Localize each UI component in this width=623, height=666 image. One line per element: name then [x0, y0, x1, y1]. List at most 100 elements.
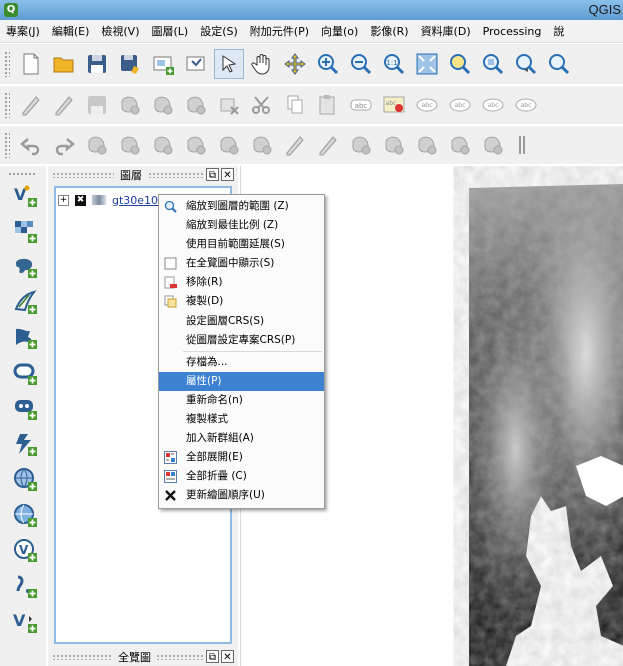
add-wfs-layer-button[interactable]: [10, 500, 40, 530]
zoom-next-button[interactable]: [544, 49, 574, 79]
cut-features-button[interactable]: [247, 90, 277, 120]
menu-item[interactable]: 向量(o): [315, 23, 364, 39]
open-project-button[interactable]: [49, 49, 79, 79]
new-spatialite-layer-button[interactable]: V: [10, 606, 40, 636]
copy-features-button[interactable]: [280, 90, 310, 120]
context-menu-item[interactable]: 在全覽圖中顯示(S): [159, 254, 324, 273]
menu-item[interactable]: 編輯(E): [46, 23, 96, 39]
label-rotate-button[interactable]: abc: [478, 90, 508, 120]
add-postgis-layer-button[interactable]: [10, 251, 40, 281]
menu-item[interactable]: 圖層(L): [145, 23, 194, 39]
menu-item[interactable]: 資料庫(D): [415, 23, 477, 39]
context-menu-item[interactable]: 縮放到最佳比例 (Z): [159, 216, 324, 235]
toolbar-grip[interactable]: [8, 172, 36, 177]
split-features-button[interactable]: [346, 130, 376, 160]
label-highlight-button[interactable]: abc: [412, 90, 442, 120]
close-panel-button[interactable]: ✕: [221, 650, 234, 663]
add-part-button[interactable]: [148, 130, 178, 160]
delete-ring-button[interactable]: [214, 130, 244, 160]
toggle-editing-button[interactable]: [49, 90, 79, 120]
redo-button[interactable]: [49, 130, 79, 160]
new-print-composer-button[interactable]: [148, 49, 178, 79]
float-panel-button[interactable]: ⧉: [206, 650, 219, 663]
save-as-button[interactable]: [115, 49, 145, 79]
add-delimited-text-layer-button[interactable]: [10, 393, 40, 423]
reshape-button[interactable]: [280, 130, 310, 160]
delete-selected-button[interactable]: [214, 90, 244, 120]
float-panel-button[interactable]: ⧉: [206, 168, 219, 181]
merge-features-button[interactable]: [412, 130, 442, 160]
simplify-button[interactable]: [82, 130, 112, 160]
menu-item[interactable]: 專案(J): [0, 23, 46, 39]
pan-map-to-selection-button[interactable]: [214, 49, 244, 79]
label-pin-button[interactable]: abc: [379, 90, 409, 120]
add-oracle-layer-button[interactable]: [10, 358, 40, 388]
overview-panel-header[interactable]: 全覽圖 ⧉ ✕: [48, 648, 238, 666]
add-wcs-layer-button[interactable]: [10, 464, 40, 494]
add-wms-layer-button[interactable]: [10, 429, 40, 459]
grip-end-button[interactable]: [511, 130, 541, 160]
move-feature-button[interactable]: [148, 90, 178, 120]
zoom-out-button[interactable]: [346, 49, 376, 79]
zoom-in-button[interactable]: [313, 49, 343, 79]
save-project-button[interactable]: [82, 49, 112, 79]
zoom-last-button[interactable]: [511, 49, 541, 79]
undo-button[interactable]: [16, 130, 46, 160]
menu-item[interactable]: 說: [547, 23, 570, 39]
add-raster-layer-button[interactable]: [10, 216, 40, 246]
context-menu-item[interactable]: 重新命名(n): [159, 391, 324, 410]
context-menu-item[interactable]: 加入新群組(A): [159, 429, 324, 448]
layers-panel-header[interactable]: 圖層 ⧉ ✕: [48, 166, 238, 184]
context-menu-item[interactable]: 使用目前範圍延展(S): [159, 235, 324, 254]
composer-manager-button[interactable]: [181, 49, 211, 79]
context-menu-item[interactable]: 存檔為...: [159, 353, 324, 372]
context-menu-item[interactable]: 複製(D): [159, 292, 324, 311]
rotate-point-symbols-button[interactable]: [478, 130, 508, 160]
new-project-button[interactable]: [16, 49, 46, 79]
context-menu-item[interactable]: 設定圖層CRS(S): [159, 312, 324, 331]
add-ring-button[interactable]: [115, 130, 145, 160]
add-mssql-layer-button[interactable]: [10, 322, 40, 352]
current-edits-button[interactable]: [16, 90, 46, 120]
menu-item[interactable]: Processing: [477, 25, 548, 38]
merge-attributes-button[interactable]: [445, 130, 475, 160]
save-edits-button[interactable]: [82, 90, 112, 120]
layer-visibility-checkbox[interactable]: ✖: [75, 194, 86, 206]
add-feature-button[interactable]: [115, 90, 145, 120]
pan-to-selection-button[interactable]: [280, 49, 310, 79]
toolbar-grip[interactable]: [4, 132, 10, 158]
fill-ring-button[interactable]: [181, 130, 211, 160]
context-menu-item[interactable]: 移除(R): [159, 273, 324, 292]
label-move-button[interactable]: abc: [445, 90, 475, 120]
zoom-to-layer-button[interactable]: [478, 49, 508, 79]
add-spatialite-layer-button[interactable]: [10, 287, 40, 317]
toolbar-grip[interactable]: [4, 92, 10, 118]
menu-item[interactable]: 設定(S): [194, 23, 244, 39]
zoom-full-button[interactable]: [412, 49, 442, 79]
expand-layer-button[interactable]: +: [58, 194, 69, 206]
add-vector-layer-button[interactable]: V: [10, 180, 40, 210]
zoom-to-selection-button[interactable]: [445, 49, 475, 79]
add-virtual-layer-button[interactable]: V: [10, 535, 40, 565]
node-tool-button[interactable]: [181, 90, 211, 120]
new-shapefile-layer-button[interactable]: [10, 571, 40, 601]
zoom-actual-size-button[interactable]: 1:1: [379, 49, 409, 79]
menu-item[interactable]: 檢視(V): [95, 23, 145, 39]
context-menu-item[interactable]: 縮放到圖層的範圍 (Z): [159, 197, 324, 216]
context-menu-item[interactable]: 更新繪圖順序(U): [159, 486, 324, 505]
label-button[interactable]: abc: [346, 90, 376, 120]
delete-part-button[interactable]: [247, 130, 277, 160]
offset-curve-button[interactable]: [313, 130, 343, 160]
context-menu-item[interactable]: 屬性(P): [159, 371, 324, 391]
paste-features-button[interactable]: [313, 90, 343, 120]
menu-item[interactable]: 附加元件(P): [244, 23, 315, 39]
label-change-button[interactable]: abc: [511, 90, 541, 120]
context-menu-item[interactable]: 全部展開(E): [159, 448, 324, 467]
split-parts-button[interactable]: [379, 130, 409, 160]
toolbar-grip[interactable]: [4, 51, 10, 77]
context-menu-item[interactable]: 全部折疊 (C): [159, 467, 324, 486]
menu-item[interactable]: 影像(R): [364, 23, 414, 39]
context-menu-item[interactable]: 複製樣式: [159, 410, 324, 429]
pan-button[interactable]: [247, 49, 277, 79]
close-panel-button[interactable]: ✕: [221, 168, 234, 181]
